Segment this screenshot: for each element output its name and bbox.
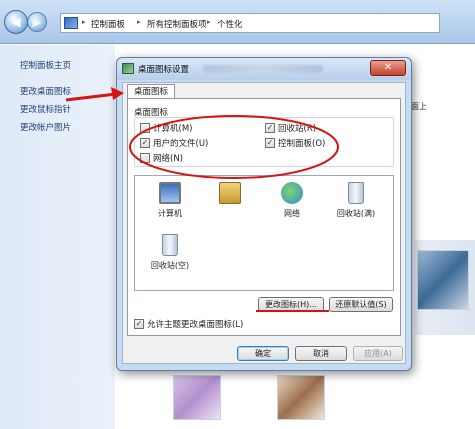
address-bar[interactable]: ▸ 控制面板 ▸ 所有控制面板项 ▸ 个性化: [60, 13, 440, 33]
close-button[interactable]: ✕: [370, 60, 406, 76]
checkmark-icon: ✓: [134, 319, 144, 329]
recycle-bin-empty-icon: [162, 234, 178, 256]
change-icon-button[interactable]: 更改图标(H)...: [258, 297, 324, 312]
desktop-icon-settings-dialog: 桌面图标设置 ✕ 桌面图标 桌面图标 计算机(M) ✓ 回收站(R) ✓ 用户的…: [116, 57, 412, 371]
breadcrumb-all-items[interactable]: 所有控制面板项: [147, 18, 207, 30]
back-button[interactable]: ◀: [4, 10, 28, 34]
restore-default-button[interactable]: 还原默认值(S): [329, 297, 393, 312]
cancel-button[interactable]: 取消: [295, 346, 347, 361]
tab-desktop-icons[interactable]: 桌面图标: [127, 84, 176, 99]
checkmark-icon: ✓: [265, 123, 275, 133]
theme-thumbnail[interactable]: [277, 375, 325, 420]
checkbox-user-files[interactable]: ✓ 用户的文件(U): [140, 137, 208, 149]
explorer-toolbar: ◀ ▶ ▸ 控制面板 ▸ 所有控制面板项 ▸ 个性化: [0, 0, 475, 44]
checkbox-control-panel[interactable]: ✓ 控制面板(O): [265, 137, 325, 149]
desktop-icon-settings-icon: [122, 63, 134, 74]
checkbox-network[interactable]: 网络(N): [140, 152, 183, 164]
checkbox-unchecked-icon: [140, 153, 150, 163]
forward-button[interactable]: ▶: [27, 12, 47, 32]
content-hint-text: 面上: [411, 102, 427, 111]
sidebar-link-change-desktop-icons[interactable]: 更改桌面图标: [20, 85, 71, 97]
checkbox-allow-theme-change[interactable]: ✓ 允许主题更改桌面图标(L): [134, 318, 243, 330]
dialog-titlebar[interactable]: 桌面图标设置 ✕: [117, 58, 411, 80]
icon-item-recycle-bin-empty[interactable]: 回收站(空): [145, 234, 195, 271]
desktop-icon-list[interactable]: 计算机 网络 回收站(满) 回收站(空): [134, 175, 394, 291]
icon-item-recycle-bin-full[interactable]: 回收站(满): [331, 182, 381, 219]
apply-button[interactable]: 应用(A): [353, 346, 403, 361]
checkmark-icon: ✓: [140, 138, 150, 148]
icon-item-computer[interactable]: 计算机: [145, 182, 195, 219]
breadcrumb-control-panel[interactable]: 控制面板: [91, 18, 125, 30]
checkmark-icon: ✓: [265, 138, 275, 148]
explorer-sidebar: 控制面板主页 更改桌面图标 更改鼠标指针 更改帐户图片: [0, 45, 115, 429]
theme-thumbnail[interactable]: [417, 250, 469, 310]
blurred-watermark: [203, 65, 323, 73]
checkbox-computer[interactable]: 计算机(M): [140, 122, 192, 134]
user-folder-icon: [219, 182, 241, 204]
sidebar-link-change-mouse-pointer[interactable]: 更改鼠标指针: [20, 103, 71, 115]
breadcrumb-separator-icon: ▸: [137, 18, 141, 26]
icon-item-user-files[interactable]: [205, 182, 255, 208]
theme-thumbnail[interactable]: [173, 375, 221, 420]
dialog-title: 桌面图标设置: [138, 65, 190, 75]
breadcrumb-separator-icon: ▸: [82, 18, 86, 26]
ok-button[interactable]: 确定: [237, 346, 289, 361]
sidebar-link-control-panel-home[interactable]: 控制面板主页: [20, 59, 71, 71]
sidebar-link-change-account-picture[interactable]: 更改帐户图片: [20, 121, 71, 133]
icon-item-network[interactable]: 网络: [267, 182, 317, 219]
network-icon: [281, 182, 303, 204]
desktop-icons-group: 计算机(M) ✓ 回收站(R) ✓ 用户的文件(U) ✓ 控制面板(O) 网络(…: [134, 117, 394, 167]
recycle-bin-full-icon: [348, 182, 364, 204]
dialog-body: 桌面图标 桌面图标 计算机(M) ✓ 回收站(R) ✓ 用户的文件(U) ✓ 控…: [122, 82, 406, 364]
breadcrumb-separator-icon: ▸: [207, 18, 211, 26]
tab-panel: 桌面图标 计算机(M) ✓ 回收站(R) ✓ 用户的文件(U) ✓ 控制面板(O…: [127, 98, 401, 336]
computer-icon: [159, 182, 181, 204]
checkbox-unchecked-icon: [140, 123, 150, 133]
breadcrumb-personalization[interactable]: 个性化: [217, 18, 243, 30]
checkbox-recycle-bin[interactable]: ✓ 回收站(R): [265, 122, 316, 134]
control-panel-icon: [64, 17, 78, 29]
